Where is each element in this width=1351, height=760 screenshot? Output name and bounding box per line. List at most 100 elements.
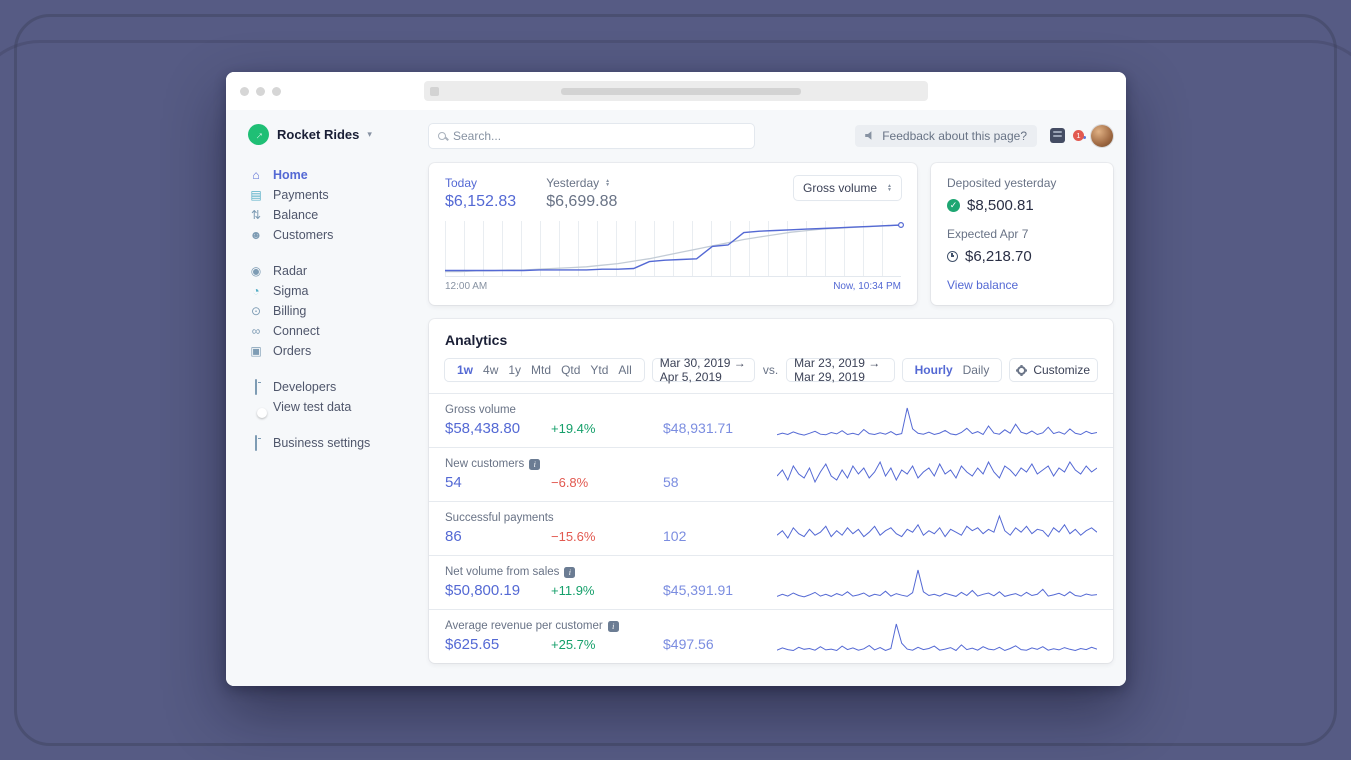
- metric-sparkline: [777, 620, 1097, 654]
- metric-delta: +19.4%: [551, 421, 596, 436]
- sigma-icon: ◔: [252, 284, 260, 298]
- granularity-button[interactable]: Hourly: [910, 363, 958, 377]
- metric-row-net-volume[interactable]: Net volume from sales $50,800.19 +11.9% …: [429, 555, 1113, 609]
- today-value: $6,152.83: [445, 193, 517, 210]
- deposited-label: Deposited yesterday: [947, 176, 1057, 190]
- home-icon: ⌂: [252, 168, 260, 182]
- yesterday-block: Yesterday ▲ ▼ $6,699.88: [546, 176, 617, 211]
- analytics-title: Analytics: [445, 332, 508, 348]
- overview-row: Today $6,152.83 Yesterday ▲▼ $6,699.88: [429, 163, 1113, 305]
- metric-row-gross-volume[interactable]: Gross volume $58,438.80 +19.4% $48,931.7…: [429, 393, 1113, 447]
- chart-start-time: 12:00 AM: [445, 281, 488, 292]
- today-label: Today: [445, 176, 478, 190]
- sidebar-item-radar[interactable]: ◉ Radar: [248, 261, 416, 281]
- sidebar-item-business-settings[interactable]: Business settings: [248, 433, 416, 453]
- user-avatar[interactable]: [1091, 124, 1113, 147]
- metric-value: $50,800.19: [445, 582, 521, 599]
- main-area: Feedback about this page? 1: [416, 110, 1126, 686]
- metric-sparkline: [777, 512, 1097, 546]
- payments-icon: ▤: [250, 188, 262, 202]
- sidebar-item-home[interactable]: ⌂ Home: [248, 165, 416, 185]
- metric-value: $58,438.80: [445, 420, 521, 437]
- yesterday-label: Yesterday ▲ ▼: [546, 176, 611, 190]
- date-range-previous[interactable]: Mar 23, 2019 → Mar 29, 2019: [787, 356, 894, 384]
- vs-label: vs.: [762, 363, 779, 377]
- period-button[interactable]: Qtd: [556, 363, 585, 377]
- balance-icon: ⇅: [250, 208, 262, 222]
- period-button[interactable]: All: [613, 363, 636, 377]
- app-body: → Rocket Rides ▾ ⌂ Home ▤ Payments ⇅ Bal…: [226, 110, 1126, 686]
- select-arrows-icon: ▲ ▼: [887, 182, 892, 193]
- info-icon[interactable]: [564, 566, 576, 578]
- metric-row-average-revenue[interactable]: Average revenue per customer $625.65 +25…: [429, 609, 1113, 663]
- sidebar-item-connect[interactable]: ∞ Connect: [248, 321, 416, 341]
- yesterday-value: $6,699.88: [546, 193, 618, 210]
- today-line: [445, 221, 905, 276]
- customize-button[interactable]: Customize: [1010, 359, 1097, 381]
- browser-titlebar: [226, 72, 1126, 110]
- view-balance-link[interactable]: View balance: [947, 278, 1097, 292]
- desktop-background: → Rocket Rides ▾ ⌂ Home ▤ Payments ⇅ Bal…: [0, 0, 1351, 760]
- metric-sparkline: [777, 404, 1097, 438]
- volume-overview-card: Today $6,152.83 Yesterday ▲▼ $6,699.88: [429, 163, 917, 305]
- metric-delta: +25.7%: [551, 637, 596, 652]
- expected-row: $6,218.70: [947, 248, 1097, 265]
- terminal-icon: [248, 379, 264, 395]
- account-switcher[interactable]: → Rocket Rides ▾: [248, 124, 416, 145]
- window-close-button[interactable]: [240, 86, 249, 96]
- analytics-filters: 1w 4w 1y Mtd Qtd Ytd All Mar 30, 2019 → …: [429, 348, 1113, 393]
- info-icon[interactable]: [607, 620, 619, 632]
- nav-group-developers: Developers View test data: [248, 377, 416, 417]
- browser-url-bar[interactable]: [424, 81, 928, 101]
- billing-icon: ⊙: [250, 304, 262, 318]
- check-circle-icon: [947, 199, 960, 212]
- metric-row-successful-payments[interactable]: Successful payments 86 −15.6% 102: [429, 501, 1113, 555]
- metric-value: $625.65: [445, 636, 500, 653]
- sidebar: → Rocket Rides ▾ ⌂ Home ▤ Payments ⇅ Bal…: [226, 110, 416, 686]
- sidebar-item-sigma[interactable]: ◔ Sigma: [248, 281, 416, 301]
- search-input[interactable]: [453, 128, 745, 143]
- metric-delta: −6.8%: [551, 475, 589, 490]
- window-zoom-button[interactable]: [272, 86, 281, 96]
- deposited-row: $8,500.81: [947, 197, 1097, 214]
- sidebar-item-customers[interactable]: ☻ Customers: [248, 225, 416, 245]
- feedback-button[interactable]: Feedback about this page?: [855, 124, 1037, 147]
- sidebar-item-orders[interactable]: ▣ Orders: [248, 341, 416, 361]
- sidebar-item-billing[interactable]: ⊙ Billing: [248, 301, 416, 321]
- window-minimize-button[interactable]: [256, 86, 265, 96]
- docs-icon[interactable]: [1050, 128, 1065, 143]
- notification-badge: 1: [1073, 129, 1084, 141]
- metric-previous-value: $45,391.91: [663, 582, 734, 598]
- period-button[interactable]: Mtd: [526, 363, 556, 377]
- chevron-down-icon: ▾: [367, 129, 372, 139]
- info-icon[interactable]: [529, 458, 541, 470]
- browser-window: → Rocket Rides ▾ ⌂ Home ▤ Payments ⇅ Bal…: [226, 72, 1126, 686]
- volume-chart: [445, 221, 905, 277]
- period-button[interactable]: 1w: [452, 363, 478, 377]
- period-button[interactable]: 1y: [503, 363, 526, 377]
- sidebar-item-developers[interactable]: Developers: [248, 377, 416, 397]
- date-range-current[interactable]: Mar 30, 2019 → Apr 5, 2019: [652, 356, 754, 384]
- search-bar[interactable]: [429, 123, 754, 148]
- granularity-button[interactable]: Daily: [958, 363, 995, 377]
- today-block: Today $6,152.83: [445, 176, 516, 211]
- sidebar-item-payments[interactable]: ▤ Payments: [248, 185, 416, 205]
- metric-select-dropdown[interactable]: Gross volume ▲ ▼: [794, 176, 901, 200]
- search-icon: [438, 131, 446, 140]
- url-text-placeholder: [560, 87, 801, 95]
- orders-icon: ▣: [250, 344, 262, 358]
- comparison-stepper[interactable]: ▲ ▼: [605, 178, 610, 188]
- metric-value: 86: [445, 528, 462, 545]
- megaphone-icon: [865, 131, 872, 140]
- sidebar-item-view-test-data[interactable]: View test data: [248, 397, 416, 417]
- rocket-rides-logo-icon: →: [248, 124, 269, 145]
- header-actions: Feedback about this page? 1: [855, 124, 1113, 147]
- metric-row-new-customers[interactable]: New customers 54 −6.8% 58: [429, 447, 1113, 501]
- chart-time-axis: 12:00 AM Now, 10:34 PM: [445, 281, 901, 292]
- metric-previous-value: $497.56: [663, 636, 714, 652]
- metric-value: 54: [445, 474, 462, 491]
- expected-value: $6,218.70: [965, 248, 1032, 265]
- sidebar-item-balance[interactable]: ⇅ Balance: [248, 205, 416, 225]
- period-button[interactable]: Ytd: [585, 363, 613, 377]
- period-button[interactable]: 4w: [478, 363, 503, 377]
